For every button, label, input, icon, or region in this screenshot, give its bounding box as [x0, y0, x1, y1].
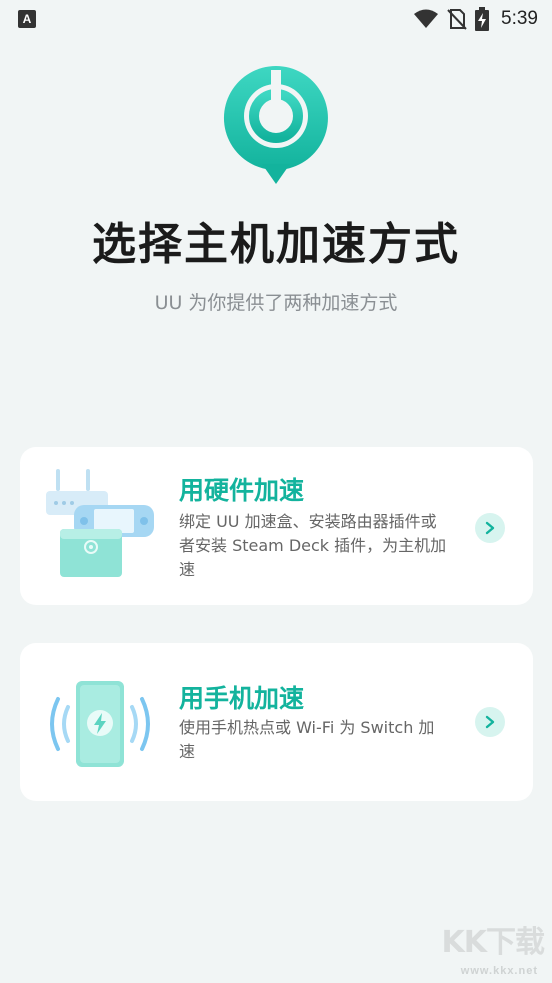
no-sim-icon: [447, 9, 467, 30]
option-title: 用硬件加速: [179, 476, 305, 505]
wifi-icon: [414, 9, 439, 28]
chevron-right-icon[interactable]: [475, 513, 505, 543]
battery-charging-icon: [475, 7, 490, 31]
a-icon: A: [18, 10, 36, 28]
page-title: 选择主机加速方式: [92, 219, 460, 270]
phone-hotspot-icon: [50, 681, 150, 767]
option-card-hardware[interactable]: 用硬件加速 绑定 UU 加速盒、安装路由器插件或者安装 Steam Deck 插…: [20, 447, 533, 605]
status-time: 5:39: [501, 8, 538, 29]
watermark-url: www.kkx.net: [460, 965, 538, 977]
hardware-devices-icon: [46, 469, 154, 577]
uu-logo-icon: [223, 66, 328, 184]
page-subtitle: UU 为你提供了两种加速方式: [154, 292, 398, 314]
chevron-right-icon[interactable]: [475, 707, 505, 737]
watermark-brand: KK下载: [441, 925, 545, 960]
option-title: 用手机加速: [179, 684, 305, 713]
option-description: 使用手机热点或 Wi-Fi 为 Switch 加速: [179, 718, 435, 761]
status-bar: A 5:39: [0, 0, 552, 38]
option-description: 绑定 UU 加速盒、安装路由器插件或者安装 Steam Deck 插件，为主机加…: [179, 512, 447, 579]
watermark: KK下载 www.kkx.net: [424, 917, 545, 977]
option-card-phone[interactable]: 用手机加速 使用手机热点或 Wi-Fi 为 Switch 加速: [20, 643, 533, 801]
